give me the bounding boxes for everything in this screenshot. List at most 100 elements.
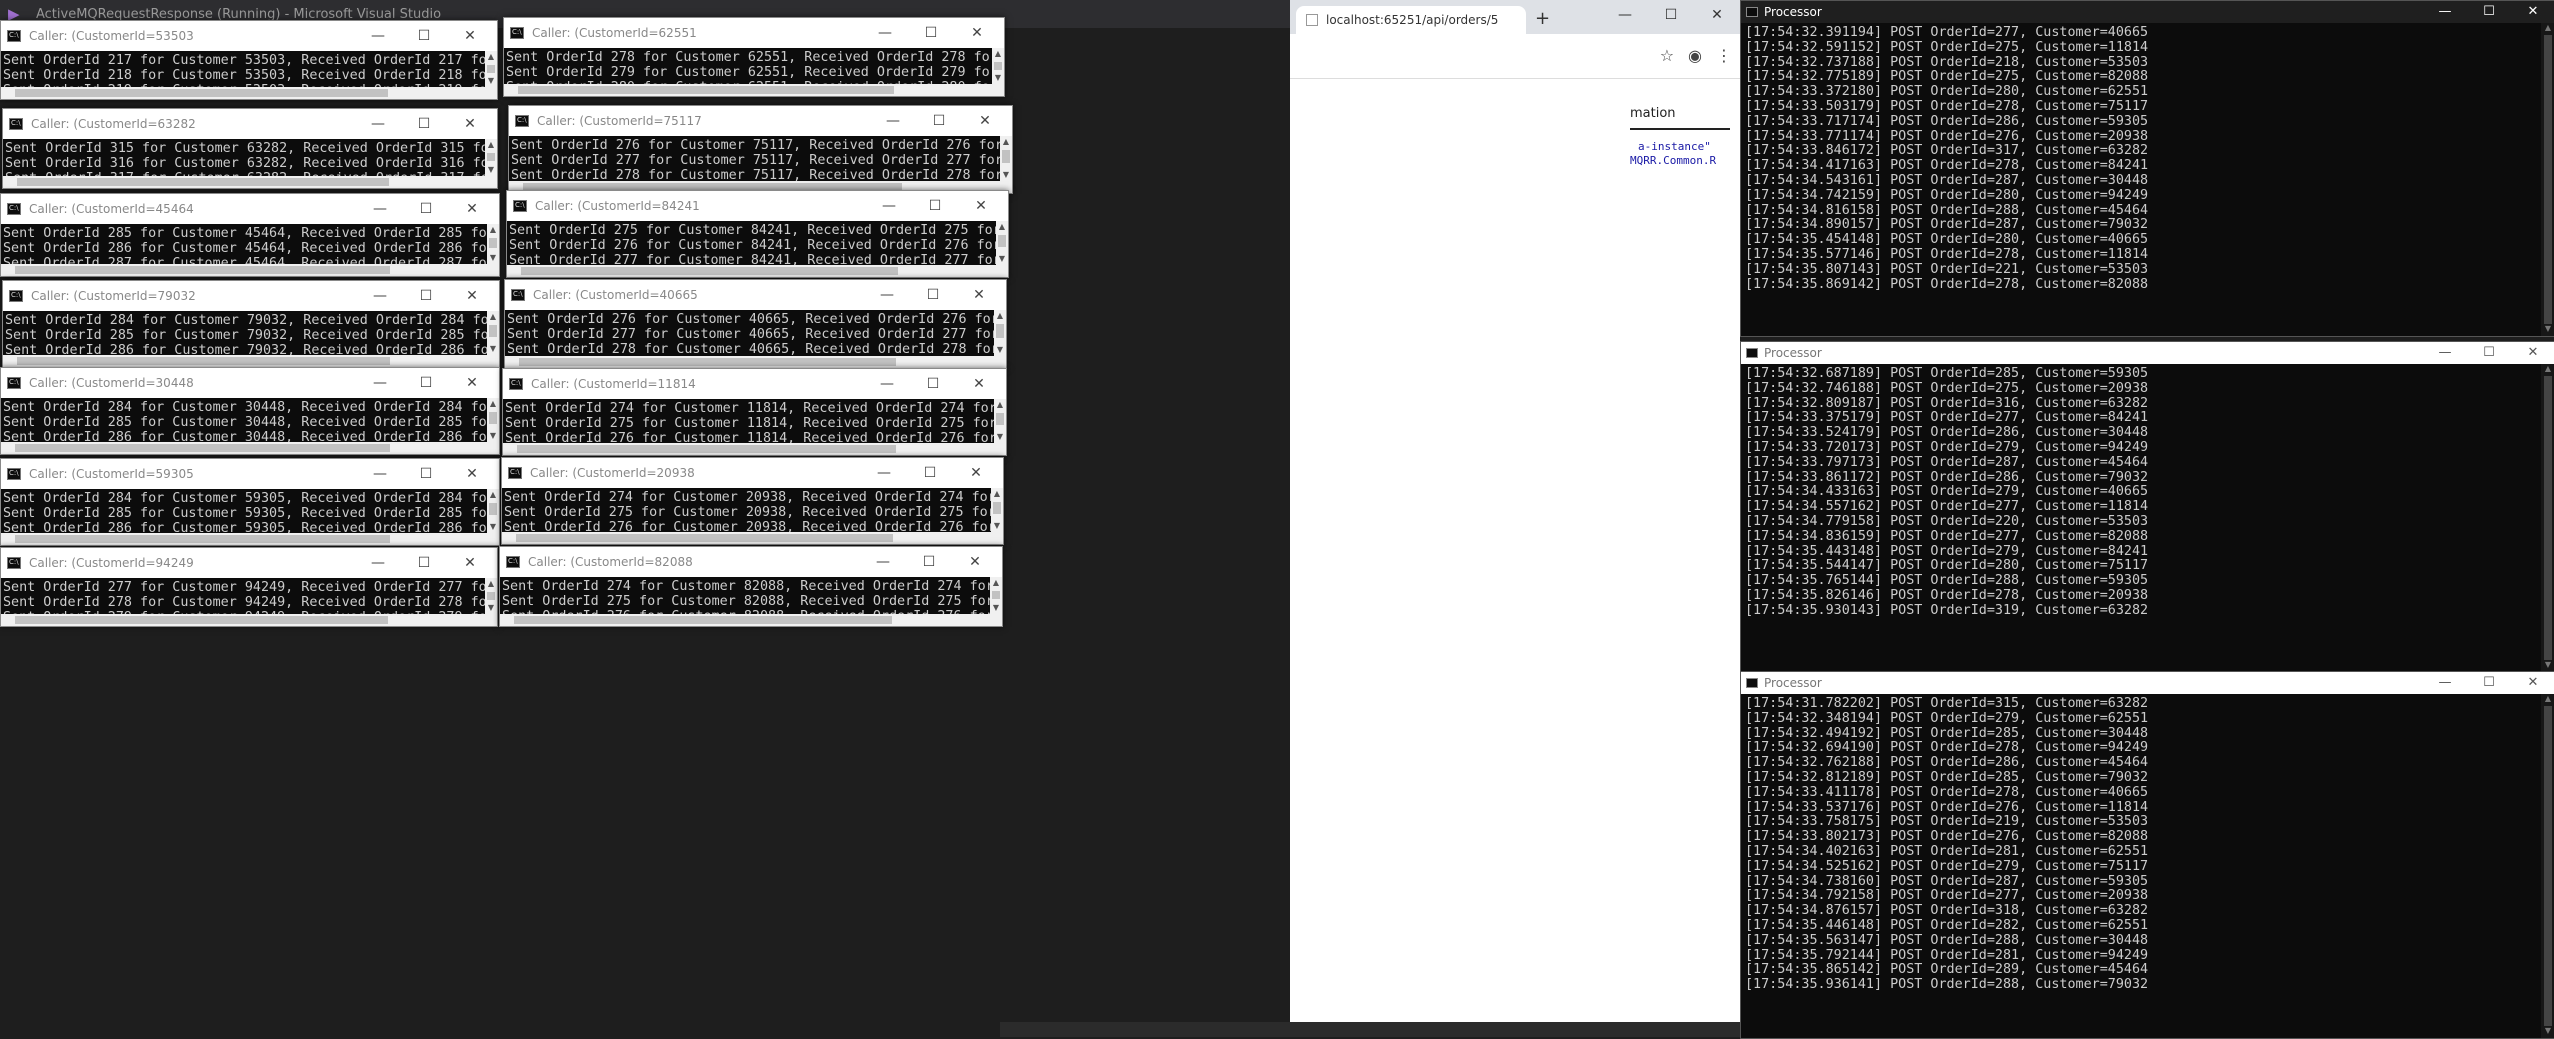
- horizontal-scrollbar[interactable]: [503, 443, 994, 455]
- minimize-button[interactable]: —: [2423, 342, 2467, 364]
- scroll-down-icon[interactable]: ▼: [2541, 1026, 2554, 1038]
- minimize-button[interactable]: —: [357, 281, 403, 311]
- caller-console-window[interactable]: C:\ Caller: (CustomerId=94249 — ☐ ✕ Sent Orde…: [0, 547, 498, 627]
- scroll-up-icon[interactable]: ▲: [2541, 23, 2554, 35]
- vertical-scrollbar[interactable]: ▲ ▼: [2541, 364, 2554, 672]
- vertical-scrollbar[interactable]: ▲ ▼: [485, 578, 497, 614]
- scroll-thumb[interactable]: [17, 357, 391, 365]
- console-titlebar[interactable]: C:\ Caller: (CustomerId=30448 — ☐ ✕: [1, 368, 499, 398]
- horizontal-scrollbar[interactable]: [1, 614, 485, 626]
- console-titlebar[interactable]: C:\ Caller: (CustomerId=63282 — ☐ ✕: [3, 109, 497, 139]
- minimize-button[interactable]: —: [357, 368, 403, 398]
- maximize-button[interactable]: ☐: [908, 18, 954, 48]
- scroll-down-icon[interactable]: ▼: [990, 602, 1002, 614]
- close-button[interactable]: ✕: [447, 548, 493, 578]
- caller-console-window[interactable]: C:\ Caller: (CustomerId=11814 — ☐ ✕ Sent Orde…: [502, 368, 1007, 456]
- console-titlebar[interactable]: C:\ Caller: (CustomerId=59305 — ☐ ✕: [1, 459, 499, 489]
- scroll-thumb[interactable]: [514, 616, 892, 624]
- minimize-button[interactable]: —: [355, 21, 401, 51]
- maximize-button[interactable]: ☐: [2467, 342, 2511, 364]
- close-button[interactable]: ✕: [1694, 0, 1740, 34]
- console-titlebar[interactable]: Processor — ☐ ✕: [1741, 342, 2554, 364]
- vertical-scrollbar[interactable]: ▲ ▼: [2541, 23, 2554, 336]
- scroll-thumb[interactable]: [521, 267, 899, 275]
- minimize-button[interactable]: —: [355, 548, 401, 578]
- minimize-button[interactable]: —: [2423, 672, 2467, 694]
- maximize-button[interactable]: ☐: [403, 281, 449, 311]
- scroll-up-icon[interactable]: ▲: [994, 399, 1006, 411]
- close-button[interactable]: ✕: [449, 368, 495, 398]
- console-titlebar[interactable]: Processor — ☐ ✕: [1741, 672, 2554, 694]
- scroll-thumb[interactable]: [996, 413, 1004, 426]
- scroll-down-icon[interactable]: ▼: [994, 431, 1006, 443]
- maximize-button[interactable]: ☐: [910, 369, 956, 399]
- vertical-scrollbar[interactable]: ▲ ▼: [996, 221, 1008, 265]
- minimize-button[interactable]: —: [864, 280, 910, 310]
- horizontal-scrollbar[interactable]: [1, 264, 487, 276]
- vertical-scrollbar[interactable]: ▲ ▼: [991, 488, 1003, 532]
- vertical-scrollbar[interactable]: ▲ ▼: [485, 51, 497, 87]
- maximize-button[interactable]: ☐: [403, 459, 449, 489]
- scroll-down-icon[interactable]: ▼: [2541, 324, 2554, 336]
- caller-console-window[interactable]: C:\ Caller: (CustomerId=40665 — ☐ ✕ Sent Orde…: [504, 279, 1007, 369]
- scroll-thumb[interactable]: [998, 235, 1006, 248]
- scroll-down-icon[interactable]: ▼: [992, 72, 1004, 84]
- processor-console-window[interactable]: Processor — ☐ ✕ [17:54:32.391194] POST Order…: [1740, 0, 2554, 337]
- maximize-button[interactable]: ☐: [403, 368, 449, 398]
- scroll-thumb[interactable]: [17, 178, 389, 186]
- scroll-up-icon[interactable]: ▲: [994, 310, 1006, 322]
- close-button[interactable]: ✕: [952, 547, 998, 577]
- close-button[interactable]: ✕: [954, 18, 1000, 48]
- scroll-thumb[interactable]: [519, 358, 897, 366]
- star-icon[interactable]: ☆: [1660, 46, 1674, 65]
- scroll-up-icon[interactable]: ▲: [487, 311, 499, 323]
- scroll-up-icon[interactable]: ▲: [485, 578, 497, 590]
- vertical-scrollbar[interactable]: ▲ ▼: [487, 311, 499, 355]
- close-button[interactable]: ✕: [449, 459, 495, 489]
- vertical-scrollbar[interactable]: ▲ ▼: [992, 48, 1004, 84]
- scroll-down-icon[interactable]: ▼: [991, 520, 1003, 532]
- horizontal-scrollbar[interactable]: [1, 533, 487, 545]
- maximize-button[interactable]: ☐: [907, 458, 953, 488]
- close-button[interactable]: ✕: [962, 106, 1008, 136]
- scroll-down-icon[interactable]: ▼: [487, 252, 499, 264]
- scroll-up-icon[interactable]: ▲: [487, 224, 499, 236]
- vertical-scrollbar[interactable]: ▲ ▼: [487, 489, 499, 533]
- minimize-button[interactable]: —: [357, 194, 403, 224]
- horizontal-scrollbar[interactable]: [3, 176, 485, 188]
- scroll-thumb[interactable]: [2544, 706, 2552, 1026]
- scroll-thumb[interactable]: [489, 412, 497, 425]
- close-button[interactable]: ✕: [956, 280, 1002, 310]
- scroll-thumb[interactable]: [517, 445, 896, 453]
- horizontal-scrollbar[interactable]: [1, 442, 487, 454]
- caller-console-window[interactable]: C:\ Caller: (CustomerId=20938 — ☐ ✕ Sent Orde…: [501, 457, 1004, 545]
- scroll-down-icon[interactable]: ▼: [1000, 169, 1012, 181]
- vertical-scrollbar[interactable]: ▲ ▼: [1000, 136, 1012, 181]
- caller-console-window[interactable]: C:\ Caller: (CustomerId=53503 — ☐ ✕ Sent Orde…: [0, 20, 498, 100]
- console-titlebar[interactable]: C:\ Caller: (CustomerId=84241 — ☐ ✕: [507, 191, 1008, 221]
- scroll-up-icon[interactable]: ▲: [1000, 136, 1012, 148]
- vertical-scrollbar[interactable]: ▲ ▼: [990, 577, 1002, 614]
- close-button[interactable]: ✕: [2511, 342, 2554, 364]
- maximize-button[interactable]: ☐: [2467, 1, 2511, 23]
- minimize-button[interactable]: —: [870, 106, 916, 136]
- scroll-thumb[interactable]: [996, 324, 1004, 338]
- close-button[interactable]: ✕: [2511, 672, 2554, 694]
- vertical-scrollbar[interactable]: ▲ ▼: [485, 139, 497, 176]
- scroll-up-icon[interactable]: ▲: [2541, 364, 2554, 376]
- console-titlebar[interactable]: C:\ Caller: (CustomerId=75117 — ☐ ✕: [509, 106, 1012, 136]
- scroll-down-icon[interactable]: ▼: [487, 430, 499, 442]
- new-tab-button[interactable]: +: [1535, 8, 1550, 29]
- scroll-down-icon[interactable]: ▼: [485, 75, 497, 87]
- minimize-button[interactable]: —: [866, 191, 912, 221]
- scroll-down-icon[interactable]: ▼: [996, 253, 1008, 265]
- processor-console-window[interactable]: Processor — ☐ ✕ [17:54:32.687189] POST Order…: [1740, 341, 2554, 673]
- scroll-up-icon[interactable]: ▲: [487, 398, 499, 410]
- caller-console-window[interactable]: C:\ Caller: (CustomerId=82088 — ☐ ✕ Sent Orde…: [499, 546, 1003, 627]
- scroll-down-icon[interactable]: ▼: [487, 521, 499, 533]
- scroll-down-icon[interactable]: ▼: [487, 343, 499, 355]
- scroll-thumb[interactable]: [993, 502, 1001, 515]
- caller-console-window[interactable]: C:\ Caller: (CustomerId=45464 — ☐ ✕ Sent Orde…: [0, 193, 500, 277]
- console-titlebar[interactable]: C:\ Caller: (CustomerId=82088 — ☐ ✕: [500, 547, 1002, 577]
- scroll-thumb[interactable]: [15, 616, 389, 624]
